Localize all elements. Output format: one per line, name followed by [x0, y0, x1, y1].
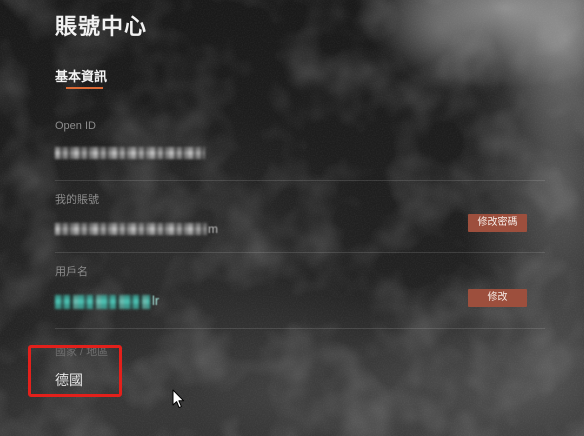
username-label: 用戶名 [55, 266, 88, 278]
account-value-blurred [55, 223, 207, 235]
active-tab-indicator [66, 87, 103, 89]
account-center-page: 賬號中心 基本資訊 Open ID 我的賬號 m 修改密碼 用戶名 lr 修改 … [0, 0, 584, 436]
edit-username-button[interactable]: 修改 [468, 289, 527, 307]
page-title: 賬號中心 [55, 14, 148, 39]
tab-label: 基本資訊 [55, 69, 108, 84]
account-value-tail: m [208, 222, 218, 236]
change-password-button[interactable]: 修改密碼 [468, 214, 527, 232]
open-id-value-blurred [55, 147, 205, 159]
divider [55, 252, 545, 253]
account-label: 我的賬號 [55, 194, 99, 206]
open-id-label: Open ID [55, 120, 96, 132]
divider [55, 328, 545, 329]
region-value: 德國 [55, 372, 83, 388]
username-value-blurred [55, 295, 150, 309]
region-label: 國家 / 地區 [55, 346, 109, 358]
mouse-pointer-icon [172, 389, 185, 409]
username-value-tail: lr [152, 293, 160, 308]
divider [55, 180, 545, 181]
tab-basic-info[interactable]: 基本資訊 [55, 69, 107, 85]
